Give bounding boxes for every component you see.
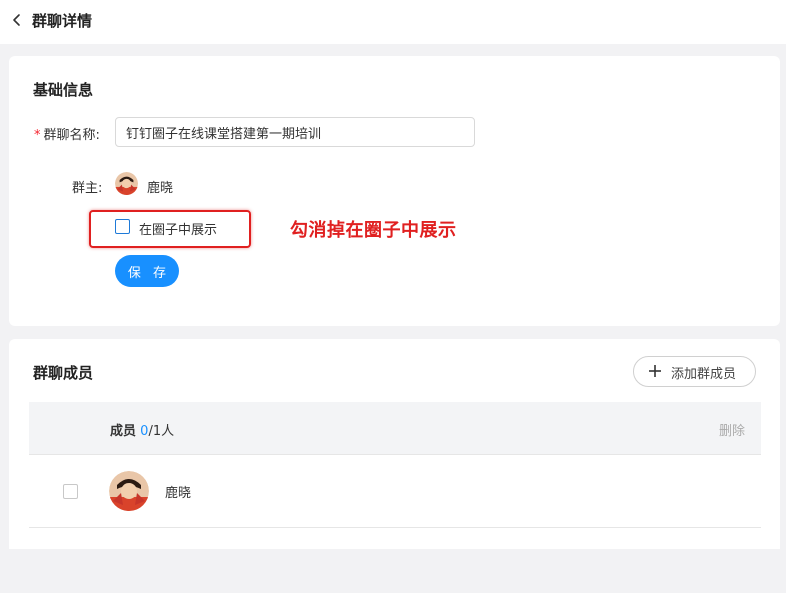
owner-label: 群主:	[72, 181, 103, 196]
add-member-label: 添加群成员	[671, 367, 737, 382]
group-name-label-row: * 群聊名称:	[34, 124, 100, 143]
basic-info-card: 基础信息 *群聊名称: 群主: 鹿晓 在圈子中展示 勾消掉在圈子中展示 保 存	[9, 56, 780, 326]
member-name: 鹿晓	[165, 486, 192, 501]
page-title: 群聊详情	[32, 12, 93, 30]
top-bar: 群聊详情	[0, 0, 786, 44]
total-count: /1人	[148, 424, 175, 439]
show-in-circle-label[interactable]: 在圈子中展示	[139, 219, 217, 238]
chevron-left-icon[interactable]	[10, 11, 24, 29]
annotation-text: 勾消掉在圈子中展示	[290, 220, 457, 241]
member-avatar	[109, 471, 149, 511]
group-name-input[interactable]	[115, 117, 475, 147]
save-button[interactable]: 保 存	[115, 255, 179, 287]
group-name-label: 群聊名称:	[43, 128, 100, 143]
members-card: 群聊成员 添加群成员 成员 0/1人 删除 鹿晓	[9, 339, 780, 549]
add-member-button[interactable]: 添加群成员	[633, 356, 756, 387]
show-in-circle-checkbox[interactable]	[115, 219, 130, 234]
member-count: 成员 0/1人	[110, 420, 174, 439]
owner-avatar	[115, 172, 138, 195]
members-title: 群聊成员	[33, 364, 94, 382]
basic-info-title: 基础信息	[33, 81, 94, 99]
owner-name: 鹿晓	[147, 181, 174, 196]
table-row[interactable]: 鹿晓	[29, 455, 761, 528]
member-header-label: 成员	[110, 424, 137, 439]
required-star: *	[34, 128, 41, 143]
members-table-header: 成员 0/1人 删除	[29, 402, 761, 455]
row-checkbox[interactable]	[63, 484, 78, 499]
delete-button[interactable]: 删除	[719, 420, 745, 439]
plus-icon	[649, 365, 661, 377]
